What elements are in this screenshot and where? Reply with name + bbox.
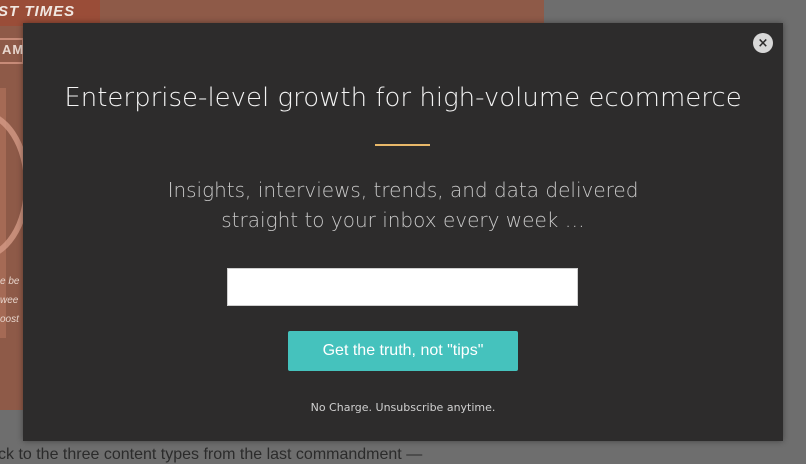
disclaimer-text: No Charge. Unsubscribe anytime. xyxy=(310,401,496,414)
hero-note-line: e be xyxy=(0,276,20,287)
hero-tag: AM xyxy=(2,42,25,57)
email-field[interactable] xyxy=(227,268,578,306)
hero-note: e be wee oost xyxy=(0,272,22,329)
subtitle-line: straight to your inbox every week … xyxy=(221,208,585,232)
newsletter-modal: × Enterprise-level growth for high-volum… xyxy=(23,23,783,441)
title-divider xyxy=(375,144,430,146)
article-text: ck to the three content types from the l… xyxy=(0,446,423,463)
subscribe-button[interactable]: Get the truth, not "tips" xyxy=(288,331,518,371)
subtitle-line: Insights, interviews, trends, and data d… xyxy=(167,178,639,202)
modal-title: Enterprise-level growth for high-volume … xyxy=(64,83,742,113)
hero-note-line: oost xyxy=(0,314,19,325)
hero-label: ST TIMES xyxy=(0,3,76,20)
hero-note-line: wee xyxy=(0,295,19,306)
modal-subtitle: Insights, interviews, trends, and data d… xyxy=(23,175,783,235)
close-icon[interactable]: × xyxy=(753,33,773,53)
